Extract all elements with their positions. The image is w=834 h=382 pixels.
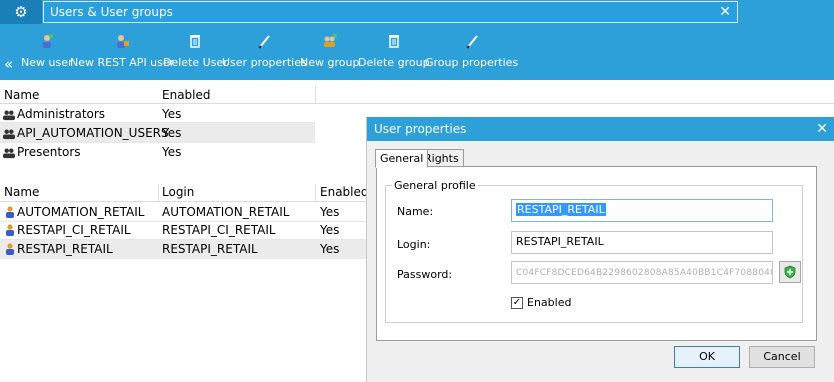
- user-login: AUTOMATION_RETAIL: [162, 205, 290, 219]
- new-user-button[interactable]: New user: [21, 32, 72, 69]
- user-properties-dialog: User properties ✕ General Rights General…: [366, 117, 834, 382]
- user-login: RESTAPI_RETAIL: [162, 242, 258, 256]
- name-field[interactable]: RESTAPI_RETAIL: [511, 199, 773, 222]
- groups-col-name[interactable]: Name: [4, 88, 39, 102]
- row-divider: [0, 221, 366, 222]
- login-field-value: RESTAPI_RETAIL: [516, 235, 604, 248]
- trash-icon: [190, 35, 201, 48]
- new-group-label: New group: [300, 56, 360, 69]
- group-icon: [3, 148, 15, 159]
- pencil-icon: [465, 35, 478, 49]
- group-enabled: Yes: [162, 107, 182, 121]
- user-icon: [6, 224, 14, 236]
- user-properties-button[interactable]: User properties: [222, 32, 307, 69]
- window-tab[interactable]: Users & User groups ✕: [43, 1, 738, 23]
- group-name: Administrators: [17, 107, 106, 121]
- group-name: API_AUTOMATION_USERS: [17, 126, 169, 140]
- general-profile-title: General profile: [392, 179, 478, 192]
- user-enabled: Yes: [320, 205, 340, 219]
- window-title: Users & User groups: [50, 5, 173, 19]
- password-field-value: C04FCF8DCED64B2298602808A85A40BB1C4F7088…: [516, 268, 773, 278]
- delete-user-label: Delete User: [163, 56, 228, 69]
- password-label: Password:: [397, 268, 453, 281]
- name-label: Name:: [397, 205, 434, 218]
- user-name: AUTOMATION_RETAIL: [17, 205, 145, 219]
- gear-icon[interactable]: ⚙: [0, 0, 42, 24]
- new-user-label: New user: [21, 56, 73, 69]
- user-icon: [6, 206, 14, 218]
- column-divider: [315, 86, 316, 104]
- group-enabled: Yes: [162, 126, 182, 140]
- groups-col-enabled[interactable]: Enabled: [162, 88, 211, 102]
- new-group-icon: [323, 34, 337, 47]
- tab-general[interactable]: General: [375, 149, 429, 168]
- cancel-button[interactable]: Cancel: [749, 346, 815, 368]
- ok-button[interactable]: OK: [674, 346, 740, 368]
- shield-icon: [784, 265, 796, 279]
- delete-group-label: Delete group: [358, 56, 430, 69]
- group-name: Presentors: [17, 145, 81, 159]
- user-name: RESTAPI_CI_RETAIL: [17, 223, 131, 237]
- user-properties-label: User properties: [222, 56, 307, 69]
- enabled-label: Enabled: [527, 296, 572, 309]
- login-field[interactable]: RESTAPI_RETAIL: [511, 231, 773, 254]
- users-col-enabled[interactable]: Enabled: [320, 185, 369, 199]
- user-login: RESTAPI_CI_RETAIL: [162, 223, 276, 237]
- new-user-icon: [42, 34, 53, 48]
- delete-group-button[interactable]: Delete group: [358, 32, 430, 69]
- groups-header-row: [0, 88, 834, 104]
- trash-icon: [388, 35, 399, 48]
- group-properties-label: Group properties: [425, 56, 519, 69]
- close-icon[interactable]: ✕: [719, 2, 731, 22]
- title-bar: ⚙ Users & User groups ✕: [0, 0, 834, 24]
- group-enabled: Yes: [162, 145, 182, 159]
- column-divider: [315, 184, 316, 201]
- group-properties-button[interactable]: Group properties: [425, 32, 518, 69]
- users-col-name[interactable]: Name: [4, 185, 39, 199]
- delete-user-button[interactable]: Delete User: [163, 32, 228, 69]
- group-icon: [3, 110, 15, 121]
- user-enabled: Yes: [320, 223, 340, 237]
- login-label: Login:: [397, 238, 431, 251]
- user-enabled: Yes: [320, 242, 340, 256]
- toolbar: « New user New REST API user Delete User…: [0, 24, 834, 80]
- user-name: RESTAPI_RETAIL: [17, 242, 113, 256]
- new-group-button[interactable]: New group: [300, 32, 359, 69]
- new-rest-user-icon: [117, 35, 130, 48]
- new-rest-api-user-label: New REST API user: [70, 56, 175, 69]
- users-col-login[interactable]: Login: [162, 185, 194, 199]
- dialog-title: User properties: [374, 122, 467, 136]
- column-divider: [158, 184, 159, 201]
- collapse-sidebar-button[interactable]: «: [4, 55, 13, 73]
- users-header-divider: [0, 201, 366, 202]
- new-rest-api-user-button[interactable]: New REST API user: [70, 32, 174, 69]
- row-divider: [0, 142, 315, 143]
- group-icon: [3, 129, 15, 140]
- close-icon[interactable]: ✕: [816, 117, 828, 141]
- pencil-icon: [258, 35, 271, 49]
- generate-password-button[interactable]: [779, 261, 801, 283]
- enabled-checkbox[interactable]: ✓: [511, 297, 523, 309]
- user-icon: [6, 243, 14, 255]
- password-field[interactable]: C04FCF8DCED64B2298602808A85A40BB1C4F7088…: [511, 261, 773, 284]
- dialog-title-bar[interactable]: User properties ✕: [367, 117, 834, 141]
- name-field-value: RESTAPI_RETAIL: [516, 203, 606, 216]
